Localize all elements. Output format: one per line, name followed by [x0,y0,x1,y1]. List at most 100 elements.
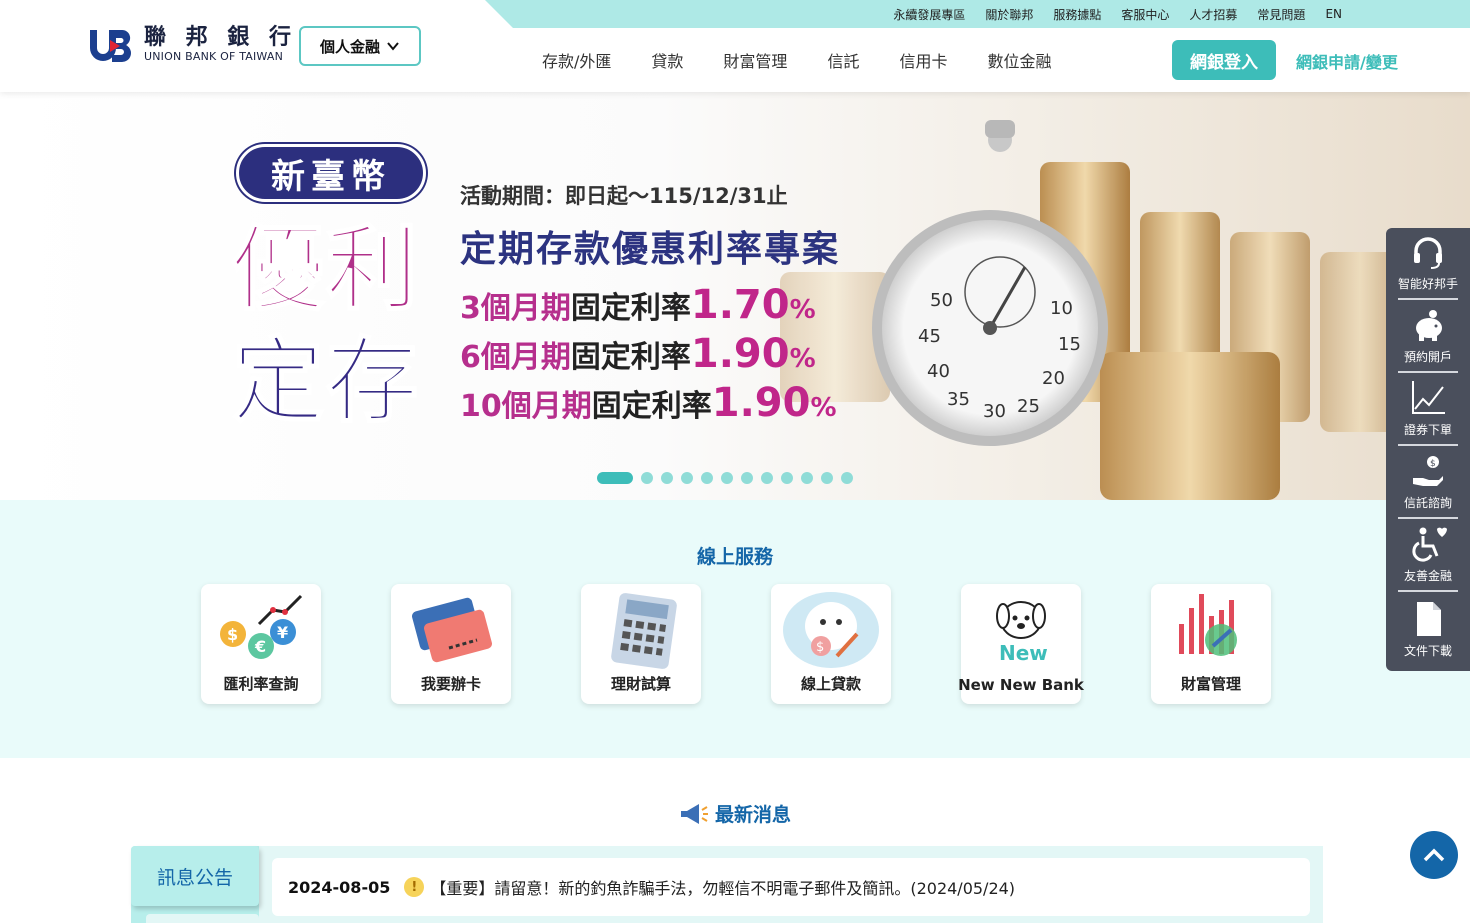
service-label: 我要辦卡 [420,675,481,693]
carousel-dot[interactable] [741,472,753,484]
svg-text:50: 50 [930,290,953,311]
rate-term: 10個月期 [460,389,592,424]
side-item-account-booking[interactable]: 預約開戶 [1398,301,1458,373]
svg-text:New: New [999,641,1048,665]
top-link-sustainability[interactable]: 永續發展專區 [893,6,965,23]
carousel-dot[interactable] [681,472,693,484]
svg-text:25: 25 [1017,396,1040,417]
carousel-dots [597,472,853,484]
nav-deposit-forex[interactable]: 存款/外匯 [542,48,611,72]
top-link-branches[interactable]: 服務據點 [1053,6,1101,23]
service-fx-rates[interactable]: $ € ¥ 匯利率查詢 [201,584,321,704]
svg-text:$: $ [816,640,824,655]
side-item-label: 信託諮詢 [1403,496,1452,510]
loan-dog-icon: $ [783,592,879,668]
ub-logo-icon [90,29,131,63]
carousel-dot[interactable] [821,472,833,484]
svg-text:40: 40 [927,361,950,382]
back-to-top-button[interactable] [1410,831,1458,879]
nav-trust[interactable]: 信託 [827,48,859,72]
svg-text:10: 10 [1050,298,1073,319]
side-item-friendly-finance[interactable]: 友善金融 [1398,520,1458,592]
news-tab-announcements[interactable]: 訊息公告 [131,846,259,906]
carousel-dot[interactable] [701,472,713,484]
hero-banner[interactable]: 50 45 40 35 30 25 20 15 10 新臺幣 優利 定存 活動期間：即日起～… [0,92,1470,500]
netbank-apply-link[interactable]: 網銀申請/變更 [1296,49,1398,73]
piggy-bank-icon [1416,310,1442,341]
netbank-login-button[interactable]: 網銀登入 [1172,40,1276,80]
nav-wealth[interactable]: 財富管理 [723,48,787,72]
floating-side-menu: 智能好邦手 預約開戶 證券下單 $ 信託諮詢 友善金融 文件下載 [1386,228,1470,671]
calculator-icon [611,593,677,669]
rate-unit: % [789,295,816,325]
rate-line: 6個月期 固定利率 1.90 % [460,331,816,377]
side-item-downloads[interactable]: 文件下載 [1398,593,1458,665]
page: 永續發展專區 關於聯邦 服務據點 客服中心 人才招募 常見問題 EN 聯 邦 銀… [0,0,1470,923]
rate-value: 1.90 [711,380,811,426]
news-item[interactable]: 2024-08-05 ! 【重要】請留意！新的釣魚詐騙手法，勿輕信不明電子郵件及… [272,858,1310,916]
news-heading: 最新消息 [0,800,1470,827]
wealth-chart-icon [1179,594,1237,656]
carousel-dot[interactable] [801,472,813,484]
service-label: 財富管理 [1180,675,1241,693]
logo-text: 聯 邦 銀 行 UNION BANK OF TAIWAN [144,26,297,64]
rate-term: 3個月期 [460,291,571,326]
persona-dropdown[interactable]: 個人金融 [299,26,421,66]
nav-loans[interactable]: 貸款 [651,48,683,72]
chevron-down-icon [387,42,399,51]
svg-text:20: 20 [1042,368,1065,389]
news-text: 【重要】請留意！新的釣魚詐騙手法，勿輕信不明電子郵件及簡訊。(2024/05/2… [430,879,1016,898]
currency-exchange-icon: $ € ¥ [220,594,303,659]
banner-tag: 新臺幣 [236,144,426,202]
megaphone-icon [680,803,708,824]
carousel-dot[interactable] [641,472,653,484]
rate-value: 1.90 [690,331,790,377]
svg-text:$: $ [227,625,238,644]
nav-credit-card[interactable]: 信用卡 [899,48,947,72]
carousel-dot[interactable] [761,472,773,484]
service-apply-card[interactable]: 我要辦卡 [391,584,511,704]
service-new-new-bank[interactable]: New New New Bank [958,584,1084,704]
chevron-up-icon [1423,848,1445,862]
svg-text:$: $ [1430,459,1436,469]
top-link-about[interactable]: 關於聯邦 [985,6,1033,23]
top-link-customer-service[interactable]: 客服中心 [1121,6,1169,23]
document-icon [1417,602,1441,636]
online-services-title: 線上服務 [696,546,773,568]
carousel-dot[interactable] [841,472,853,484]
banner-big-title-1: 優利 [231,216,421,323]
top-link-careers[interactable]: 人才招募 [1189,6,1237,23]
carousel-dot[interactable] [597,472,633,484]
banner-big-title-2: 定存 [231,328,421,435]
hand-coin-icon: $ [1413,456,1443,486]
services-row: $ € ¥ 匯利率查詢 我要辦卡 理財試算 $ 線上貸款 New New New… [201,584,1271,704]
side-item-trust-consult[interactable]: $ 信託諮詢 [1398,447,1458,519]
news-tab-secondary[interactable] [146,914,259,923]
service-label: 線上貸款 [800,675,861,693]
rate-value: 1.70 [690,282,790,328]
rate-fixed: 固定利率 [570,291,691,326]
side-item-securities[interactable]: 證券下單 [1398,374,1458,446]
top-link-faq[interactable]: 常見問題 [1257,6,1305,23]
accessibility-icon [1412,527,1447,562]
service-calculator[interactable]: 理財試算 [581,584,701,704]
side-item-smart-assistant[interactable]: 智能好邦手 [1398,228,1458,300]
bank-logo[interactable]: 聯 邦 銀 行 UNION BANK OF TAIWAN [88,26,297,64]
rate-unit: % [810,393,837,423]
service-label: New New Bank [958,676,1084,694]
top-link-english[interactable]: EN [1325,7,1342,21]
side-item-label: 智能好邦手 [1398,277,1459,291]
carousel-dot[interactable] [721,472,733,484]
service-wealth[interactable]: 財富管理 [1151,584,1271,704]
carousel-dot[interactable] [781,472,793,484]
credit-card-icon [412,597,492,663]
service-label: 匯利率查詢 [223,675,299,693]
side-item-label: 友善金融 [1403,569,1452,583]
service-label: 理財試算 [610,675,671,693]
service-online-loan[interactable]: $ 線上貸款 [771,584,891,704]
svg-text:30: 30 [983,401,1006,422]
carousel-dot[interactable] [661,472,673,484]
nav-digital[interactable]: 數位金融 [987,48,1051,72]
top-links: 永續發展專區 關於聯邦 服務據點 客服中心 人才招募 常見問題 EN [893,0,1342,28]
rate-line: 3個月期 固定利率 1.70 % [460,282,816,328]
